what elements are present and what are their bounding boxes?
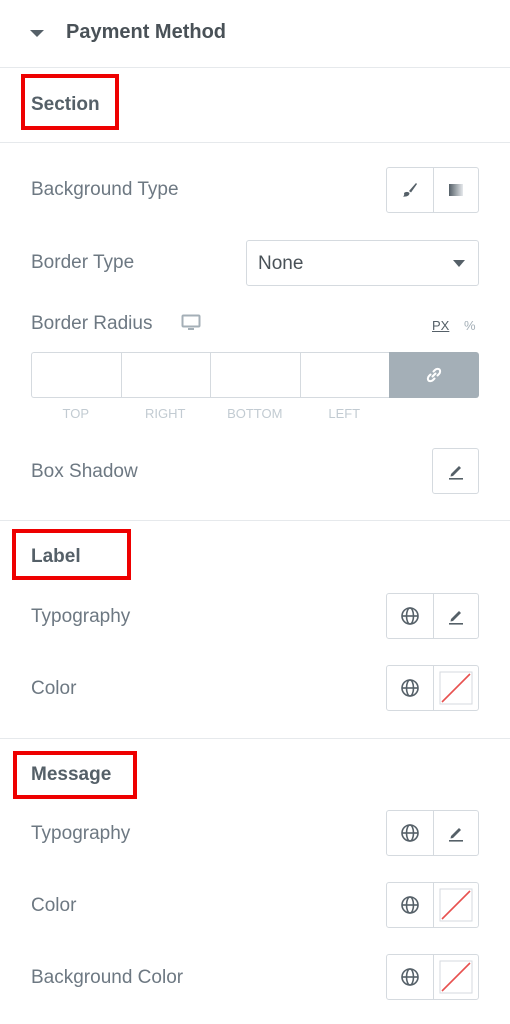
label-color-controls <box>386 665 479 711</box>
globe-icon <box>400 968 419 986</box>
classic-background-button[interactable] <box>387 168 433 212</box>
section-heading-section: Section <box>31 94 100 115</box>
message-color-label: Color <box>31 895 77 916</box>
pencil-icon <box>448 611 463 625</box>
desktop-icon[interactable] <box>181 314 201 332</box>
box-shadow-edit-button[interactable] <box>432 448 479 494</box>
radius-left-input[interactable] <box>299 352 389 398</box>
message-background-color-controls <box>386 954 479 1000</box>
radius-top-input[interactable] <box>31 352 121 398</box>
border-type-select[interactable]: None <box>246 240 479 286</box>
message-typography-label: Typography <box>31 823 131 844</box>
dimension-label-bottom: BOTTOM <box>227 406 283 421</box>
unit-px[interactable]: PX <box>432 318 449 333</box>
dimension-label-left: LEFT <box>328 406 361 421</box>
section-heading-message: Message <box>31 764 112 785</box>
message-background-color-label: Background Color <box>31 967 184 988</box>
message-background-picker-button[interactable] <box>432 955 479 999</box>
message-typography-global-button[interactable] <box>387 811 433 855</box>
globe-icon <box>400 679 419 697</box>
label-typography-controls <box>386 593 479 639</box>
message-color-picker-button[interactable] <box>432 883 479 927</box>
box-shadow-label: Box Shadow <box>31 461 138 482</box>
message-color-controls <box>386 882 479 928</box>
background-type-label: Background Type <box>31 179 179 200</box>
section-heading-label: Label <box>31 546 81 567</box>
gradient-icon <box>448 184 463 196</box>
globe-icon <box>400 824 419 842</box>
dimension-labels: TOP RIGHT BOTTOM LEFT <box>31 406 389 421</box>
radius-bottom-input[interactable] <box>210 352 300 398</box>
link-values-button[interactable] <box>389 352 479 398</box>
message-typography-controls <box>386 810 479 856</box>
panel-title: Payment Method <box>66 21 227 43</box>
message-typography-edit-button[interactable] <box>432 811 479 855</box>
paint-brush-icon <box>402 183 417 197</box>
message-color-global-button[interactable] <box>387 883 433 927</box>
chevron-down-icon <box>453 260 465 267</box>
empty-color-swatch-icon <box>439 671 473 705</box>
gradient-background-button[interactable] <box>432 168 479 212</box>
border-type-label: Border Type <box>31 252 135 273</box>
divider <box>0 520 510 521</box>
label-typography-label: Typography <box>31 606 131 627</box>
unit-percent[interactable]: % <box>464 318 476 333</box>
message-background-global-button[interactable] <box>387 955 433 999</box>
pencil-icon <box>448 828 463 842</box>
caret-down-icon[interactable] <box>30 30 44 37</box>
dimension-label-top: TOP <box>62 406 90 421</box>
label-color-label: Color <box>31 678 77 699</box>
label-typography-global-button[interactable] <box>387 594 433 638</box>
pencil-icon <box>448 466 463 480</box>
label-color-picker-button[interactable] <box>432 666 479 710</box>
link-icon <box>426 367 442 383</box>
globe-icon <box>400 896 419 914</box>
divider <box>0 738 510 739</box>
border-type-value: None <box>258 253 304 274</box>
empty-color-swatch-icon <box>439 888 473 922</box>
radius-right-input[interactable] <box>120 352 210 398</box>
background-type-choices <box>386 167 479 213</box>
label-typography-edit-button[interactable] <box>432 594 479 638</box>
dimension-label-right: RIGHT <box>145 406 186 421</box>
border-radius-label: Border Radius <box>31 313 153 334</box>
border-radius-dimensions <box>31 352 479 398</box>
panel-header[interactable]: Payment Method <box>0 0 510 68</box>
globe-icon <box>400 607 419 625</box>
divider <box>0 142 510 143</box>
label-color-global-button[interactable] <box>387 666 433 710</box>
empty-color-swatch-icon <box>439 960 473 994</box>
